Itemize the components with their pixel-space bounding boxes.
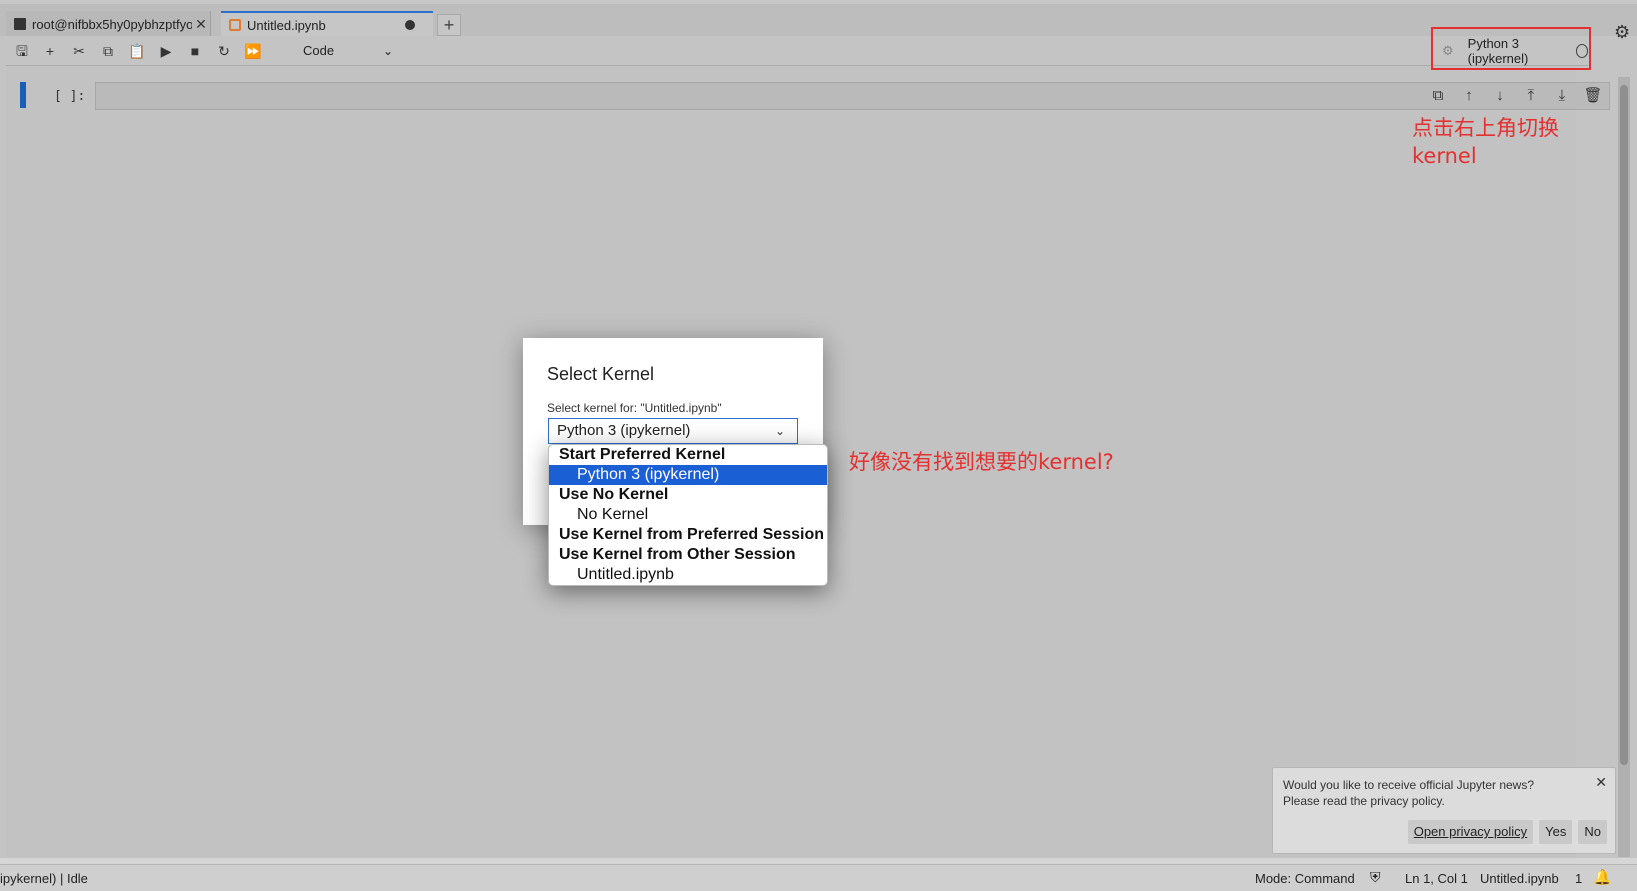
cell-type-select[interactable]: Code ⌄	[303, 40, 393, 62]
close-icon[interactable]: ✕	[192, 16, 210, 33]
duplicate-icon[interactable]: ⧉	[1428, 86, 1448, 106]
chevron-down-icon: ⌄	[382, 44, 393, 58]
kernel-select-value: Python 3 (ipykernel)	[557, 422, 691, 439]
cursor-position[interactable]: Ln 1, Col 1	[1405, 871, 1468, 886]
active-cell-marker	[20, 82, 26, 108]
dropdown-option[interactable]: Python 3 (ipykernel)	[549, 465, 827, 485]
copy-icon[interactable]: ⧉	[97, 40, 119, 62]
notification-message: Would you like to receive official Jupyt…	[1283, 778, 1535, 808]
cut-icon[interactable]: ✂	[68, 40, 90, 62]
status-bar: ipykernel) | Idle Mode: Command ⛨ Ln 1, …	[0, 864, 1637, 891]
annotation-missing-kernel: 好像没有找到想要的kernel?	[849, 450, 1114, 474]
run-all-icon[interactable]: ⏩	[242, 40, 264, 62]
dropdown-group: Use Kernel from Other Session	[559, 546, 796, 563]
dropdown-group: Use No Kernel	[559, 486, 669, 503]
property-inspector-icon[interactable]: ⚙	[1614, 22, 1630, 43]
mode-indicator: Mode: Command	[1255, 871, 1355, 886]
no-button[interactable]: No	[1578, 820, 1607, 844]
move-up-icon[interactable]: ↑	[1459, 86, 1479, 106]
notebook-toolbar: 🖫 + ✂ ⧉ 📋 ▶ ■ ↻ ⏩ Code ⌄ ⚙ Python 3 (ipy…	[6, 36, 1588, 66]
dropdown-group: Start Preferred Kernel	[559, 446, 726, 463]
notebook-icon	[229, 19, 241, 31]
tab-label: root@nifbbx5hy0pybhzptfyo	[32, 16, 192, 32]
insert-below-icon[interactable]: ⤓	[1552, 86, 1572, 106]
scrollbar-thumb[interactable]	[1620, 85, 1628, 765]
tab-notebook[interactable]: Untitled.ipynb	[221, 11, 433, 37]
dropdown-option[interactable]: No Kernel	[549, 505, 827, 525]
cell-prompt: [ ]:	[54, 89, 86, 104]
shield-icon[interactable]: ⛨	[1370, 869, 1381, 886]
dropdown-option[interactable]: Untitled.ipynb	[549, 565, 827, 585]
cell-toolbar: ⧉ ↑ ↓ ⤒ ⤓ 🗑	[1428, 86, 1603, 106]
kernel-dropdown-list: Start Preferred Kernel Python 3 (ipykern…	[548, 444, 828, 586]
tab-terminal[interactable]: root@nifbbx5hy0pybhzptfyo ✕	[6, 11, 211, 37]
dialog-subtitle: Select kernel for: "Untitled.ipynb"	[547, 401, 722, 415]
open-privacy-policy-button[interactable]: Open privacy policy	[1407, 820, 1534, 844]
restart-icon[interactable]: ↻	[213, 40, 235, 62]
insert-above-icon[interactable]: ⤒	[1521, 86, 1541, 106]
paste-icon[interactable]: 📋	[126, 40, 148, 62]
notification-actions: Open privacy policy Yes No	[1407, 820, 1607, 844]
news-notification: Would you like to receive official Jupyt…	[1272, 767, 1616, 854]
scrollbar[interactable]	[1618, 77, 1630, 857]
stop-icon[interactable]: ■	[184, 40, 206, 62]
bell-icon[interactable]: 🔔	[1593, 868, 1612, 886]
run-icon[interactable]: ▶	[155, 40, 177, 62]
notification-count: 1	[1575, 871, 1583, 886]
close-icon[interactable]: ✕	[1595, 774, 1607, 791]
dropdown-group: Use Kernel from Preferred Session	[559, 526, 824, 543]
tab-bar: root@nifbbx5hy0pybhzptfyo ✕ Untitled.ipy…	[0, 0, 1637, 37]
annotation-switch-kernel: 点击右上角切换kernel	[1412, 116, 1559, 168]
annotation-highlight-box	[1431, 27, 1591, 70]
cell-type-label: Code	[303, 43, 335, 58]
kernel-select[interactable]: Python 3 (ipykernel) ⌄	[548, 418, 798, 444]
unsaved-dot-icon[interactable]	[405, 20, 415, 30]
cell-input[interactable]	[95, 82, 1610, 110]
dialog-title: Select Kernel	[547, 364, 655, 384]
tab-label: Untitled.ipynb	[247, 17, 326, 33]
delete-icon[interactable]: 🗑	[1583, 86, 1603, 106]
file-name: Untitled.ipynb	[1480, 871, 1559, 886]
chevron-down-icon: ⌄	[774, 424, 785, 438]
new-tab-button[interactable]: +	[437, 14, 461, 36]
yes-button[interactable]: Yes	[1539, 820, 1573, 844]
save-icon[interactable]: 🖫	[11, 40, 33, 62]
add-cell-icon[interactable]: +	[39, 40, 61, 62]
move-down-icon[interactable]: ↓	[1490, 86, 1510, 106]
terminal-icon	[14, 18, 26, 30]
kernel-status-text[interactable]: ipykernel) | Idle	[0, 871, 88, 886]
